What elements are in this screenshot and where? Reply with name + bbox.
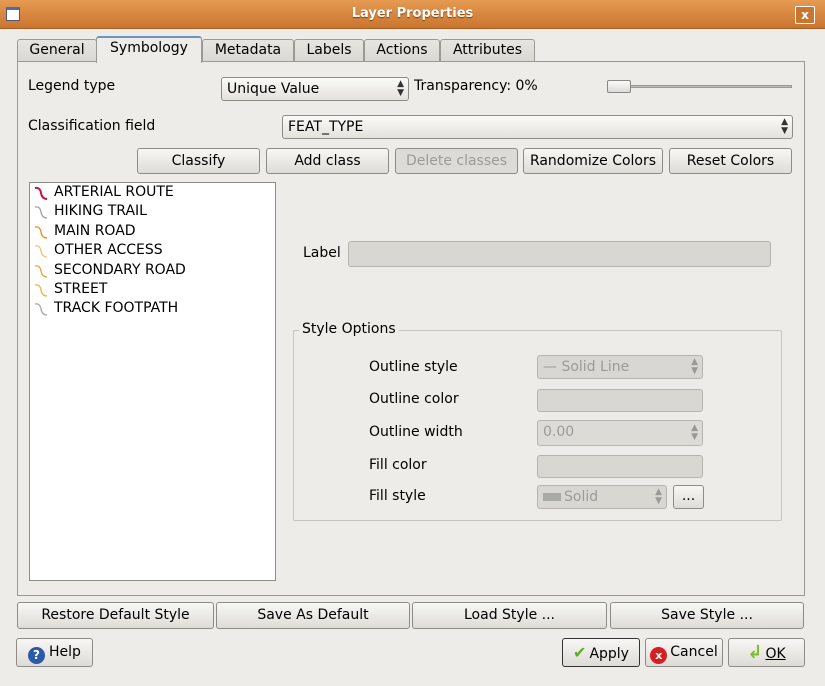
delete-classes-button[interactable]: Delete classes — [395, 148, 518, 174]
tab-metadata[interactable]: Metadata — [202, 39, 294, 62]
legend-type-select[interactable]: Unique Value ▲ ▼ — [221, 77, 409, 101]
line-symbol-icon — [34, 225, 48, 239]
fill-style-value: Solid — [564, 489, 599, 505]
updown-arrow-icon: ▲ ▼ — [397, 79, 404, 98]
class-label: OTHER ACCESS — [54, 242, 163, 259]
cancel-label: Cancel — [670, 644, 718, 660]
cancel-button[interactable]: x Cancel — [645, 638, 723, 667]
line-symbol-icon — [34, 245, 48, 258]
outline-color-button[interactable] — [537, 389, 703, 412]
save-style-button[interactable]: Save Style ... — [610, 602, 804, 629]
line-symbol-icon — [34, 186, 48, 200]
ok-button[interactable]: ↲ OK — [728, 638, 805, 667]
reset-colors-button[interactable]: Reset Colors — [669, 148, 792, 174]
outline-style-label: Outline style — [369, 359, 458, 375]
save-as-default-button[interactable]: Save As Default — [216, 602, 410, 629]
outline-width-spinbox[interactable]: 0.00 ▲ ▼ — [537, 420, 703, 446]
class-list[interactable]: ARTERIAL ROUTE HIKING TRAIL MAIN ROAD OTHER… — [29, 182, 276, 581]
apply-label: Apply — [589, 646, 629, 662]
tab-actions[interactable]: Actions — [364, 39, 440, 62]
class-label: ARTERIAL ROUTE — [54, 184, 174, 200]
label-label: Label — [303, 245, 341, 261]
apply-button[interactable]: ✔ Apply — [562, 638, 640, 667]
fill-style-label: Fill style — [369, 488, 426, 504]
legend-type-value: Unique Value — [227, 81, 320, 97]
fill-color-button[interactable] — [537, 455, 703, 478]
class-label: SECONDARY ROAD — [54, 261, 186, 278]
close-button[interactable]: x — [795, 6, 815, 24]
tab-symbology[interactable]: Symbology — [96, 36, 202, 63]
line-symbol-icon — [34, 303, 48, 316]
class-list-item[interactable]: ARTERIAL ROUTE — [30, 183, 275, 202]
updown-arrow-icon: ▲ ▼ — [655, 487, 662, 506]
cancel-icon: x — [650, 647, 668, 664]
help-button[interactable]: ? Help — [16, 638, 93, 667]
transparency-slider-handle[interactable] — [607, 80, 631, 93]
class-list-item[interactable]: HIKING TRAIL — [30, 202, 275, 221]
fill-style-select[interactable]: Solid ▲ ▼ — [537, 485, 667, 509]
transparency-label: Transparency: 0% — [414, 78, 538, 94]
updown-arrow-icon: ▲ ▼ — [781, 117, 788, 136]
style-options-title: Style Options — [299, 321, 399, 337]
tab-general[interactable]: General — [17, 39, 97, 62]
restore-default-style-button[interactable]: Restore Default Style — [17, 602, 214, 629]
window-title: Layer Properties — [351, 6, 474, 21]
outline-width-value: 0.00 — [543, 424, 575, 440]
ok-label: OK — [765, 646, 786, 662]
line-symbol-icon — [34, 206, 48, 220]
class-list-item[interactable]: STREET — [30, 280, 275, 299]
class-list-item[interactable]: TRACK FOOTPATH — [30, 299, 275, 318]
class-label: STREET — [54, 280, 108, 297]
classify-button[interactable]: Classify — [137, 148, 260, 174]
help-icon: ? — [28, 647, 46, 664]
updown-arrow-icon: ▲ ▼ — [691, 357, 698, 376]
class-label: HIKING TRAIL — [54, 203, 147, 220]
tab-labels[interactable]: Labels — [294, 39, 364, 62]
transparency-slider[interactable] — [608, 85, 792, 88]
label-input[interactable] — [348, 241, 771, 267]
classification-field-select[interactable]: FEAT_TYPE ▲ ▼ — [282, 115, 793, 139]
class-label: MAIN ROAD — [54, 222, 136, 239]
fill-color-label: Fill color — [369, 457, 427, 473]
title-bar: Layer Properties x — [0, 0, 825, 29]
enter-arrow-icon: ↲ — [747, 642, 763, 663]
fill-style-more-button[interactable]: ... — [673, 485, 704, 509]
help-label: Help — [49, 644, 81, 660]
outline-style-select[interactable]: — Solid Line ▲ ▼ — [537, 355, 703, 379]
spin-arrows-icon: ▲ ▼ — [691, 423, 698, 442]
add-class-button[interactable]: Add class — [266, 148, 389, 174]
outline-style-value: — Solid Line — [543, 359, 630, 375]
randomize-colors-button[interactable]: Randomize Colors — [523, 148, 663, 174]
tab-attributes[interactable]: Attributes — [440, 39, 535, 62]
class-list-item[interactable]: MAIN ROAD — [30, 222, 275, 241]
fill-swatch-icon — [543, 493, 561, 501]
classification-field-label: Classification field — [28, 118, 156, 134]
classification-field-value: FEAT_TYPE — [288, 119, 364, 135]
line-symbol-icon — [34, 264, 48, 278]
legend-type-label: Legend type — [28, 78, 116, 94]
class-label: TRACK FOOTPATH — [54, 300, 179, 317]
class-list-item[interactable]: SECONDARY ROAD — [30, 261, 275, 280]
load-style-button[interactable]: Load Style ... — [412, 602, 607, 629]
line-symbol-icon — [34, 284, 48, 297]
outline-width-label: Outline width — [369, 424, 463, 440]
class-list-item[interactable]: OTHER ACCESS — [30, 241, 275, 260]
checkmark-icon: ✔ — [573, 643, 587, 662]
outline-color-label: Outline color — [369, 391, 459, 407]
